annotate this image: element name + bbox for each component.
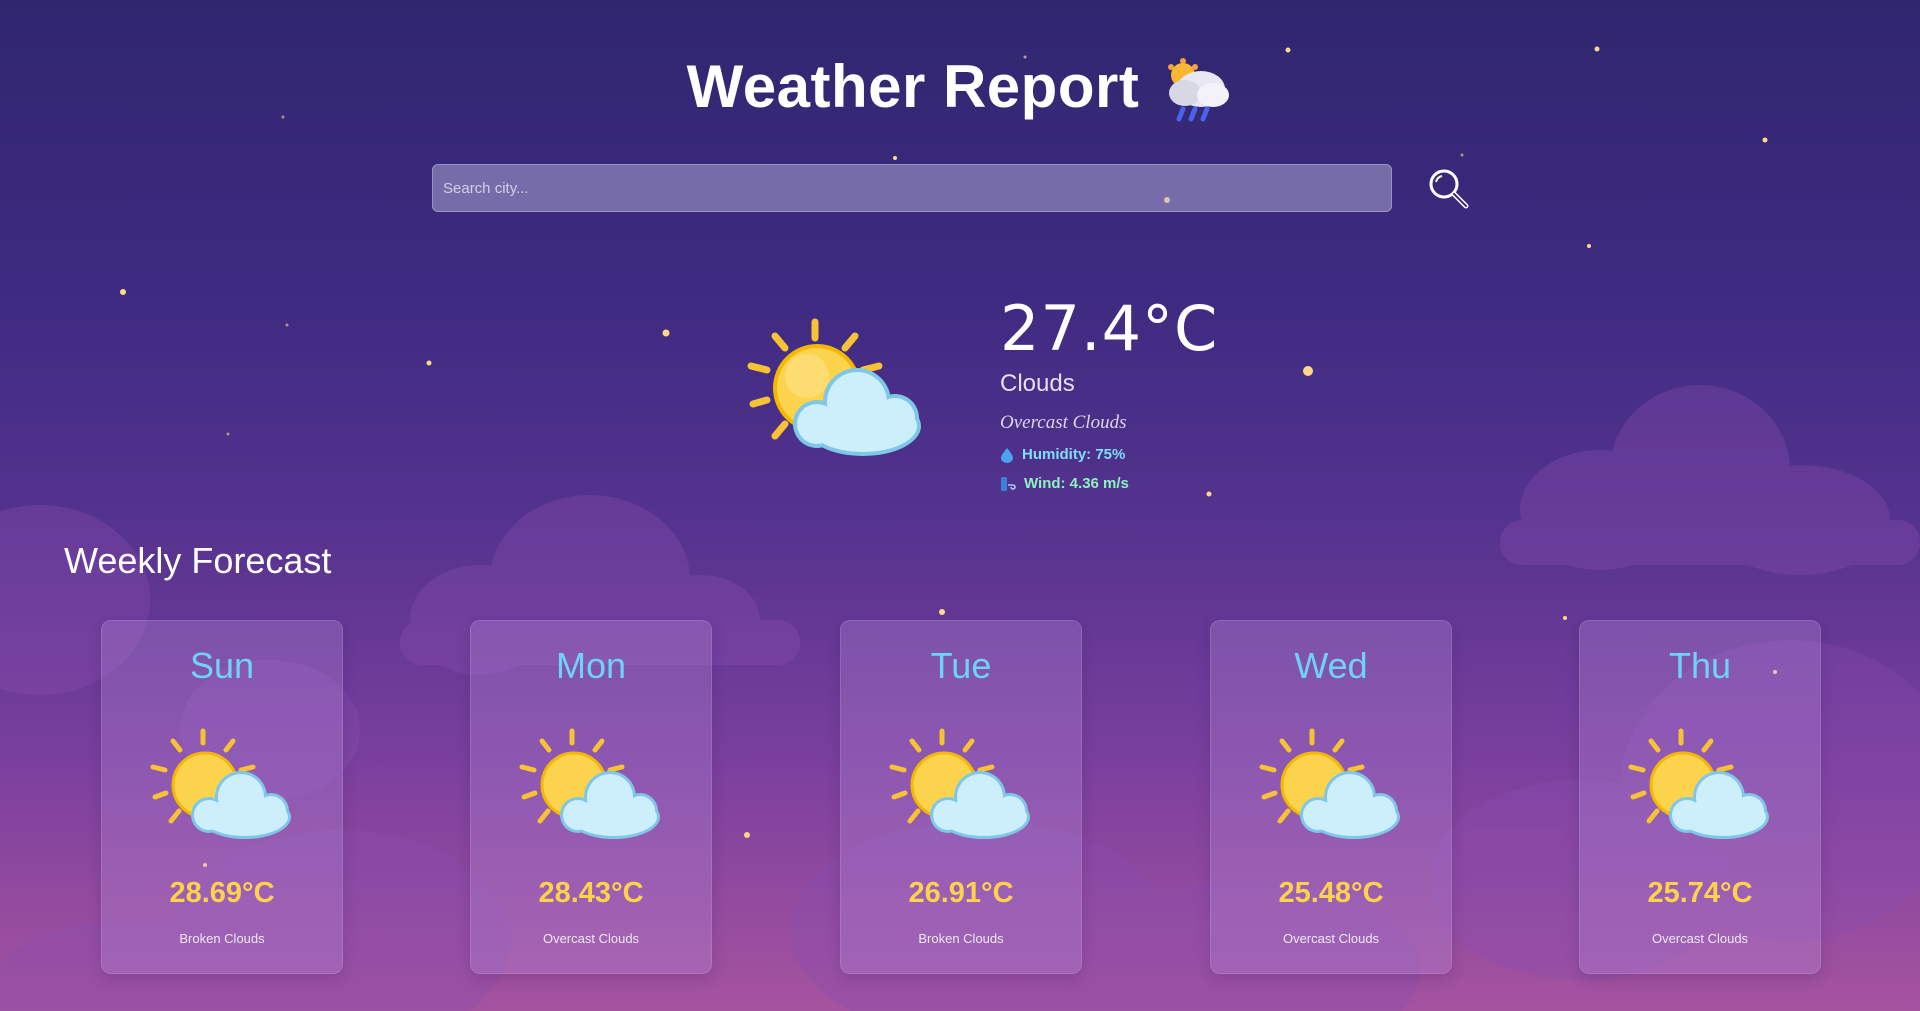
sun-behind-cloud-icon — [886, 725, 1036, 845]
current-condition: Clouds — [1000, 370, 1075, 397]
search-icon[interactable] — [1426, 166, 1472, 212]
forecast-desc: Overcast Clouds — [1282, 931, 1380, 946]
sun-behind-cloud-icon — [147, 725, 297, 845]
sun-behind-cloud-icon — [1625, 725, 1775, 845]
droplet-icon — [1001, 447, 1013, 463]
weekly-forecast-heading: Weekly Forecast — [64, 540, 332, 581]
page-title-text: Weather Report — [686, 53, 1140, 120]
forecast-day: Thu — [1668, 645, 1732, 686]
wind-text: Wind: 4.36 m/s — [1024, 475, 1129, 492]
forecast-day: Sun — [189, 645, 255, 686]
current-weather: 27.4°C Clouds Overcast Clouds Humidity: … — [1000, 292, 1219, 493]
forecast-day: Mon — [555, 645, 627, 686]
wind-icon — [1001, 476, 1016, 491]
sun-behind-cloud-icon — [1256, 725, 1406, 845]
forecast-card: Mon 28.43°C Overcast Clouds — [470, 620, 712, 974]
humidity-text: Humidity: 75% — [1022, 446, 1126, 463]
sun-behind-cloud-icon — [516, 725, 666, 845]
forecast-card: Tue 26.91°C Broken Clouds — [840, 620, 1082, 974]
forecast-temp: 25.74°C — [1647, 877, 1753, 909]
current-temperature: 27.4°C — [1000, 292, 1219, 365]
current-description: Overcast Clouds — [1000, 412, 1127, 433]
forecast-card: Wed 25.48°C Overcast Clouds — [1210, 620, 1452, 974]
sun-behind-cloud-icon — [747, 318, 921, 456]
forecast-desc: Overcast Clouds — [542, 931, 640, 946]
search-input[interactable] — [432, 164, 1392, 212]
forecast-temp: 28.69°C — [169, 877, 275, 909]
forecast-temp: 28.43°C — [538, 877, 644, 909]
cloud-rain-sun-icon — [1168, 58, 1230, 122]
humidity-stat: Humidity: 75% — [1000, 446, 1218, 463]
forecast-temp: 26.91°C — [908, 877, 1014, 909]
forecast-day: Wed — [1294, 645, 1368, 686]
forecast-desc: Broken Clouds — [179, 931, 265, 946]
page-title: Weather Report — [0, 52, 1920, 125]
forecast-day: Tue — [930, 645, 992, 686]
forecast-card: Sun 28.69°C Broken Clouds — [101, 620, 343, 974]
forecast-temp: 25.48°C — [1278, 877, 1384, 909]
wind-stat: Wind: 4.36 m/s — [1000, 475, 1218, 492]
forecast-card: Thu 25.74°C Overcast Clouds — [1579, 620, 1821, 974]
forecast-desc: Broken Clouds — [918, 931, 1004, 946]
forecast-desc: Overcast Clouds — [1651, 931, 1749, 946]
